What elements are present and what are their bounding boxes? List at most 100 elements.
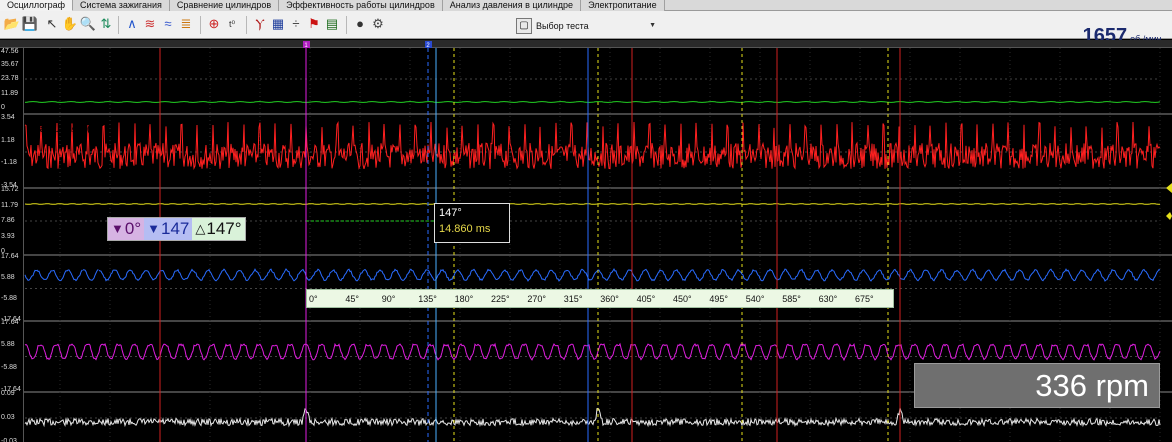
- tab-cylinder-pressure[interactable]: Анализ давления в цилиндре: [442, 0, 582, 11]
- wave-multi-icon[interactable]: ≣: [178, 16, 194, 32]
- marker-b-angle: ▼ 147: [144, 218, 193, 240]
- axis-tick-label: 17.64: [1, 253, 19, 260]
- angle-scale-label: 405°: [636, 294, 656, 304]
- hand-icon[interactable]: ✋: [62, 16, 78, 32]
- sync-icon[interactable]: ⇅: [98, 16, 114, 32]
- marker-b-icon: ▼: [147, 221, 161, 236]
- angle-scale-label: 630°: [818, 294, 838, 304]
- channel-5-label: 5 канал № 5 (В): [27, 330, 101, 341]
- delta-icon: △: [195, 221, 206, 236]
- toolbar-separator: [246, 16, 247, 34]
- axis-tick-label: 0.03: [1, 414, 15, 421]
- angle-scale-label: 45°: [345, 294, 360, 304]
- angle-scale-label: 90°: [381, 294, 396, 304]
- tab-power-supply[interactable]: Электропитание: [581, 0, 665, 11]
- angle-scale-label: 675°: [855, 294, 874, 304]
- toolbar-separator: [200, 16, 201, 34]
- flag-icon[interactable]: ⚑: [306, 16, 322, 32]
- chevron-down-icon: ▼: [649, 22, 656, 29]
- split-icon[interactable]: ÷: [288, 16, 304, 32]
- axis-tick-label: 35.67: [1, 60, 19, 68]
- axis-tick-label: 47.56: [1, 48, 19, 55]
- channel-6-waveform: [24, 407, 1161, 428]
- angle-scale-label: 180°: [454, 294, 474, 304]
- chart-settings-icon[interactable]: ▤: [324, 16, 340, 32]
- axis-tick-label: 5.88: [1, 274, 15, 281]
- marker-a-angle: ▼ 0°: [108, 218, 145, 240]
- marker-a-icon: ▼: [111, 221, 124, 236]
- axis-tick-label: -5.88: [1, 295, 17, 302]
- axis-tick-label: 3.54: [1, 114, 15, 121]
- angle-scale-label: 450°: [673, 294, 692, 304]
- open-icon[interactable]: 📂: [4, 16, 20, 32]
- angle-scale-label: 270°: [527, 294, 547, 304]
- channel-3-waveform: [24, 203, 1160, 205]
- angle-scale-label: 315°: [563, 294, 583, 304]
- rpm-display: 336 rpm: [914, 363, 1160, 408]
- axis-tick-label: 1.18: [1, 136, 15, 144]
- angle-scale-label: 225°: [491, 294, 510, 304]
- channel-5-waveform: [24, 342, 1161, 362]
- axis-tick-label: 0: [1, 104, 5, 111]
- angle-scale-label: 585°: [782, 294, 801, 304]
- save-icon[interactable]: 💾: [22, 16, 38, 32]
- axis-tick-label: 17.64: [1, 319, 19, 326]
- tab-bar: Осциллограф Система зажигания Сравнение …: [0, 0, 1172, 11]
- channel-2-waveform: [24, 120, 1161, 171]
- channel-4-waveform: [24, 267, 1161, 282]
- wave-overlay-icon[interactable]: ≈: [160, 16, 176, 32]
- axis-tick-label: 15.72: [1, 186, 19, 193]
- cursor-readout: 147° 14.860 ms: [434, 203, 510, 243]
- tab-cylinder-comparison[interactable]: Сравнение цилиндров: [169, 0, 280, 11]
- table-icon[interactable]: ▦: [270, 16, 286, 32]
- axis-tick-label: -5.88: [1, 363, 17, 371]
- toolbar-separator: [118, 16, 119, 34]
- angle-scale-label: 135°: [418, 294, 437, 304]
- toolbar: 📂 💾 ↖ ✋ 🔍 ⇅ ∧ ≋ ≈ ≣ ⊕ t⁰ Ⲩ ▦ ÷ ⚑ ▤ ● ⚙ ▢…: [0, 11, 1172, 47]
- axis-tick-label: 11.79: [1, 201, 18, 209]
- zoom-icon[interactable]: 🔍: [80, 16, 96, 32]
- y-axis: 47.56 35.67 23.78 11.89 0 3.54 1.18 -1.18 -3.54 1…: [0, 48, 24, 442]
- channel-4-label: 4 канал № 4 (В): [27, 262, 101, 273]
- channel-6-label: 6 канал № 6 (В): [27, 398, 101, 409]
- cursor-time: 14.860 ms: [439, 223, 491, 235]
- delta-angle: △ 147°: [192, 218, 245, 240]
- record-icon[interactable]: ●: [352, 16, 368, 32]
- axis-tick-label: 3.93: [1, 232, 15, 240]
- axis-tick-label: 23.78: [1, 75, 19, 82]
- angle-readout: ▼ 0° ▼ 147 △ 147°: [107, 217, 246, 241]
- channel-edit-icon[interactable]: Ⲩ: [252, 16, 268, 32]
- time-zero-icon[interactable]: t⁰: [224, 16, 240, 32]
- axis-tick-label: -0.03: [1, 438, 17, 442]
- settings-gear-icon[interactable]: ⚙: [370, 16, 386, 32]
- channel-2-label: 2 канал № 2 (В): [27, 124, 101, 135]
- angle-scale-label: 540°: [745, 294, 765, 304]
- tab-oscilloscope[interactable]: Осциллограф: [0, 0, 73, 11]
- pointer-icon[interactable]: ↖: [44, 16, 60, 32]
- channel-1-label: 1 Датчик тока 600А (А): [27, 57, 133, 68]
- angle-scale-label: 360°: [600, 294, 619, 304]
- channel-3-right-marker: [1166, 212, 1172, 220]
- wave-up-icon[interactable]: ∧: [124, 16, 140, 32]
- axis-tick-label: 7.86: [1, 217, 15, 224]
- axis-tick-label: 11.89: [1, 89, 18, 97]
- cursor-angle: 147°: [439, 207, 462, 219]
- axis-tick-label: -1.18: [1, 159, 17, 167]
- tab-cylinder-efficiency[interactable]: Эффективность работы цилиндров: [279, 0, 443, 11]
- test-select-dropdown[interactable]: ▢ Выбор теста ▼: [516, 16, 656, 35]
- angle-scale: 0° 45° 90° 135° 180° 225° 270° 315° 360° 405° 450°…: [306, 289, 894, 308]
- wave-stack-icon[interactable]: ≋: [142, 16, 158, 32]
- test-icon: ▢: [516, 17, 532, 34]
- angle-scale-label: 495°: [709, 294, 729, 304]
- channel-3-right-marker: [1166, 183, 1172, 193]
- angle-scale-label: 0°: [309, 294, 318, 304]
- axis-tick-label: 5.88: [1, 341, 15, 349]
- oscilloscope-area[interactable]: 12 47.56 35.67 23.78 11.89 0 3.54 1.18 -1.18 -3.…: [0, 40, 1172, 442]
- marker-icon[interactable]: ⊕: [206, 16, 222, 32]
- channel-3-label: 3 Напряжение АКБ (В): [27, 193, 132, 204]
- toolbar-separator: [346, 16, 347, 34]
- channel-1-waveform: [24, 101, 1161, 103]
- tab-ignition-system[interactable]: Система зажигания: [73, 0, 170, 11]
- test-select-label: Выбор теста: [536, 20, 589, 31]
- axis-tick-label: 0.09: [1, 390, 15, 397]
